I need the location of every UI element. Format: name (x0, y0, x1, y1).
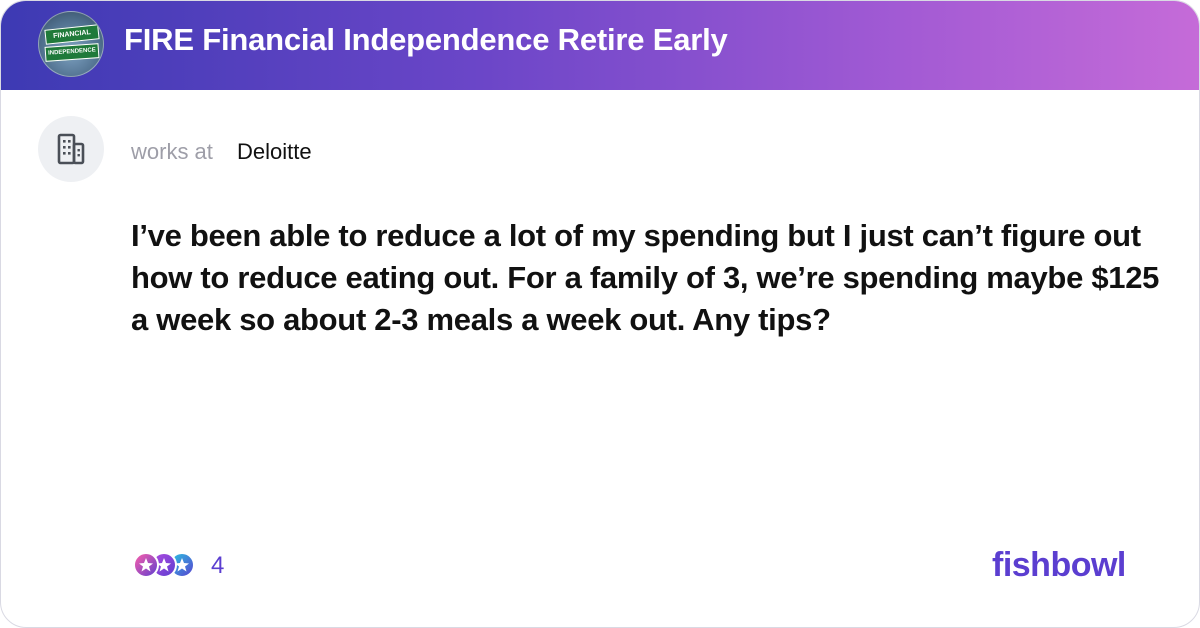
company-name[interactable]: Deloitte (237, 139, 312, 165)
reaction-count[interactable]: 4 (211, 552, 224, 580)
post-text: I’ve been able to reduce a lot of my spe… (131, 218, 1160, 337)
building-icon (57, 133, 85, 165)
reaction-icons[interactable] (131, 551, 201, 581)
bowl-title[interactable]: FIRE Financial Independence Retire Early (124, 22, 728, 58)
works-at-label: works at (131, 139, 213, 164)
post-card: FINANCIAL INDEPENDENCE FIRE Financial In… (0, 0, 1200, 628)
sign-icon: INDEPENDENCE (44, 43, 100, 62)
company-avatar (38, 116, 104, 182)
like-reaction-icon (133, 552, 159, 578)
bowl-avatar[interactable]: FINANCIAL INDEPENDENCE (38, 11, 104, 77)
sign-icon: FINANCIAL (44, 24, 100, 45)
fishbowl-logo[interactable]: fishbowl (992, 546, 1126, 585)
bowl-header[interactable]: FINANCIAL INDEPENDENCE FIRE Financial In… (1, 1, 1199, 90)
